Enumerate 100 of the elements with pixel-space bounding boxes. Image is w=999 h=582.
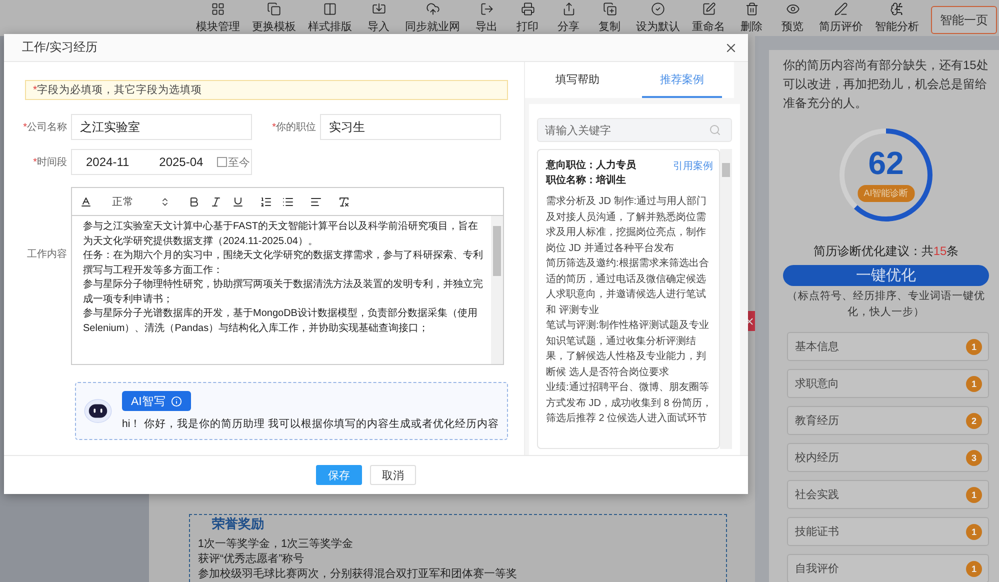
count-badge: 2 bbox=[966, 412, 982, 428]
notice-text: *字段为必填项，其它字段为选填项 bbox=[33, 83, 202, 97]
toolbar-button[interactable]: 样式排版 bbox=[302, 2, 358, 34]
section-label: 基本信息 bbox=[795, 340, 839, 354]
case-paragraph: 笔试与评测:制作性格评测试题及专业知识笔试题，通过收集分析评测结果，了解候选人性格及专业能力，判断候 选人是否符合岗位要求 bbox=[546, 318, 710, 380]
diagnosis-badge: AI智能诊断 bbox=[858, 185, 914, 202]
field-label: *你的职位 bbox=[271, 121, 316, 134]
italic-icon[interactable] bbox=[210, 196, 222, 208]
section-label: 校内经历 bbox=[795, 451, 839, 465]
toolbar-button[interactable]: 导入 bbox=[358, 2, 399, 34]
case-paragraph: 需求分析及 JD 制作:通过与用人部门及对接人员沟通，了解并熟悉岗位需求及用人标准，挖掘岗位亮点，制作岗位 JD 并通过各种平台发布 bbox=[546, 194, 708, 256]
share-icon bbox=[562, 2, 576, 16]
bold-icon[interactable] bbox=[188, 196, 200, 208]
cancel-button[interactable]: 取消 bbox=[370, 465, 416, 485]
copy-plus-icon bbox=[602, 2, 616, 16]
toolbar-button[interactable]: 简历评价 bbox=[813, 2, 869, 34]
content-paragraph: 参与之江实验室天文计算中心基于FAST的天文智能计算平台以及科学前沿研究项目，旨在为天文化学研究提供数据支撑（2024.11-2025.04）。 bbox=[83, 220, 480, 248]
smart-one-page-button[interactable]: 智能一页 bbox=[931, 6, 997, 34]
printer-icon bbox=[520, 2, 534, 16]
align-icon[interactable] bbox=[310, 196, 322, 208]
eye-icon bbox=[786, 2, 800, 16]
columns-icon bbox=[323, 2, 337, 16]
pen-icon bbox=[834, 2, 848, 16]
section-item[interactable]: 校内经历 3 bbox=[787, 443, 989, 472]
section-item[interactable]: 自我评价 1 bbox=[787, 554, 989, 582]
section-label: 社会实践 bbox=[795, 488, 839, 502]
underline-icon[interactable] bbox=[232, 196, 244, 208]
content-paragraph: 任务：在为期六个月的实习中，围绕天文化学研究的数据支撑需求，参与了科研探索、专利撰写与工程开发等多方面工作： bbox=[83, 249, 483, 278]
toolbar-button[interactable]: 打印 bbox=[507, 2, 548, 34]
format-select[interactable]: 正常 bbox=[112, 194, 170, 208]
section-item[interactable]: 求职意向 1 bbox=[787, 369, 989, 398]
honor-line: 获评“优秀志愿者”称号 bbox=[198, 552, 306, 567]
section-label: 技能证书 bbox=[795, 525, 839, 539]
count-badge: 1 bbox=[966, 524, 982, 540]
scrollbar[interactable] bbox=[491, 216, 503, 364]
section-label: 求职意向 bbox=[795, 377, 839, 391]
count-badge: 1 bbox=[966, 338, 982, 354]
search-field[interactable]: 请输入关键字 bbox=[537, 118, 732, 142]
case-heading: 职位名称：培训生 bbox=[546, 173, 627, 188]
rich-text-editor[interactable] bbox=[71, 187, 504, 365]
toolbar-button[interactable]: 复制 bbox=[589, 2, 630, 34]
content-paragraph: 参与星际分子光谱数据库的开发，基于MongoDB设计数据模型，负责部分数据采集（使用Selenium）、清洗（Pandas）与结构化入库工作，并协助实现基础查询接口； bbox=[83, 307, 478, 336]
toolbar-button[interactable]: 同步就业网 bbox=[399, 2, 466, 34]
toolbar-button[interactable]: 导出 bbox=[466, 2, 507, 34]
case-heading: 意向职位：人力专员 bbox=[546, 158, 636, 173]
font-color-icon[interactable] bbox=[80, 196, 92, 208]
grid-icon bbox=[211, 2, 225, 16]
field-label: *时间段 bbox=[32, 156, 67, 169]
ai-write-button[interactable]: AI智写 bbox=[122, 391, 191, 411]
field-label: 工作内容 bbox=[26, 248, 67, 261]
assistant-greeting: hi！ 你好，我是你的简历助理 我可以根据你填写的内容生成或者优化经历内容 bbox=[122, 417, 499, 431]
trash-icon bbox=[744, 2, 758, 16]
toolbar-button[interactable]: 重命名 bbox=[686, 2, 731, 34]
diagnosis-summary: 你的简历内容尚有部分缺失，还有15处可以改进，再加把劲儿，机会总是留给准备充分的人。 bbox=[783, 57, 989, 112]
toolbar-button[interactable]: 分享 bbox=[548, 2, 589, 34]
input-field[interactable]: 实习生 bbox=[320, 114, 501, 140]
edit-icon bbox=[702, 2, 716, 16]
brain-icon bbox=[890, 2, 904, 16]
section-label: 自我评价 bbox=[795, 562, 839, 576]
count-badge: 3 bbox=[966, 450, 982, 466]
ordered-list-icon[interactable] bbox=[260, 196, 272, 208]
honor-line: 参加校级羽毛球比赛两次，分别获得混合双打亚军和团体赛一等奖 bbox=[198, 567, 518, 582]
section-item[interactable]: 社会实践 1 bbox=[787, 480, 989, 509]
section-item[interactable]: 基本信息 1 bbox=[787, 332, 989, 361]
count-badge: 1 bbox=[966, 486, 982, 502]
input-field[interactable]: 之江实验室 bbox=[71, 114, 252, 140]
optimize-note: （标点符号、经历排序、专业词语一键优化，快人一步） bbox=[786, 289, 986, 320]
field-label: *公司名称 bbox=[22, 121, 67, 134]
toolbar-button[interactable]: 删除 bbox=[731, 2, 772, 34]
section-item[interactable]: 教育经历 2 bbox=[787, 406, 989, 435]
content-paragraph: 参与星际分子物理特性研究，协助撰写两项关于数据清洗方法及装置的发明专利，并独立完成一项专利申请书； bbox=[83, 278, 483, 306]
toolbar-button[interactable]: 预览 bbox=[772, 2, 813, 34]
score-value: 62 bbox=[867, 145, 905, 181]
toolbar-button[interactable]: 设为默认 bbox=[630, 2, 686, 34]
count-badge: 1 bbox=[966, 376, 982, 392]
import-icon bbox=[372, 2, 386, 16]
dialog-title: 工作/实习经历 bbox=[22, 39, 98, 56]
dropdown-arrows-icon bbox=[160, 196, 170, 206]
date-range-field[interactable]: 2024-11 2025-04 至今 bbox=[71, 149, 252, 175]
toolbar-button[interactable]: 更换模板 bbox=[246, 2, 302, 34]
cloud-upload-icon bbox=[426, 2, 440, 16]
section-label: 教育经历 bbox=[795, 414, 839, 428]
count-badge: 1 bbox=[966, 560, 982, 576]
clear-format-icon[interactable] bbox=[338, 196, 350, 208]
tab[interactable]: 填写帮助 bbox=[537, 62, 618, 98]
info-icon bbox=[170, 396, 182, 406]
check-circle-icon bbox=[651, 2, 665, 16]
export-icon bbox=[480, 2, 494, 16]
case-paragraph: 简历筛选及邀约:根据需求来筛选出合适的简历，通过电话及微信确定候选人求职意向，并邀请候选人进行笔试和 评测专业 bbox=[546, 256, 710, 318]
optimize-button[interactable]: 一键优化 bbox=[783, 265, 989, 286]
copy-icon bbox=[267, 2, 281, 16]
checkbox[interactable] bbox=[217, 157, 228, 167]
honor-line: 1次一等奖学金，1次三等奖学金 bbox=[198, 537, 354, 552]
section-item[interactable]: 技能证书 1 bbox=[787, 517, 989, 546]
case-paragraph: 业绩:通过招聘平台、微博、朋友圈等方式发布 JD，成功收集到 8 份简历，筛选后推荐 2 位候选人进入面试环节 bbox=[546, 380, 713, 426]
search-icon bbox=[709, 124, 721, 136]
toolbar-button[interactable]: 模块管理 bbox=[190, 2, 246, 34]
scrollbar[interactable] bbox=[720, 149, 732, 449]
suggestion-count: 简历诊断优化建议：共15条 bbox=[813, 243, 959, 260]
toolbar-button[interactable]: 智能分析 bbox=[869, 2, 925, 34]
